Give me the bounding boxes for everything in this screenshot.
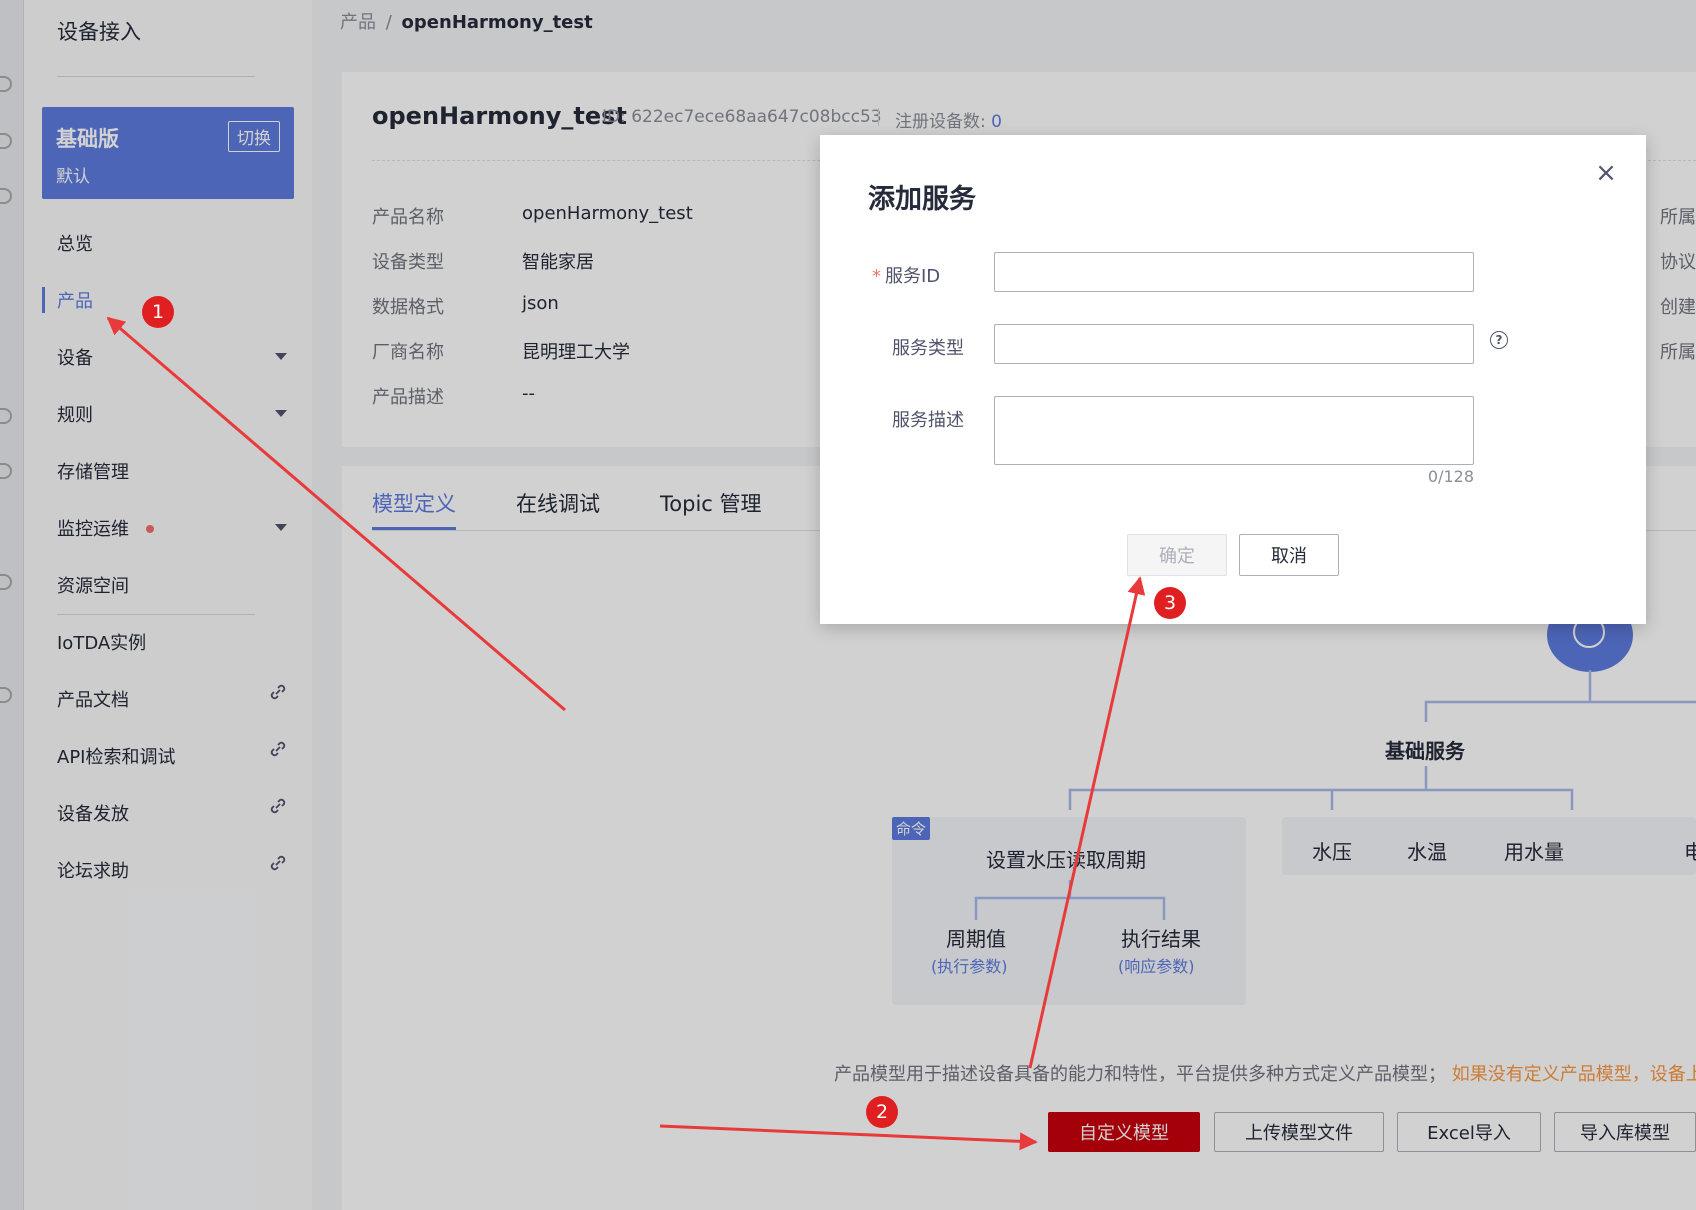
annotation-arrows <box>106 316 1146 1151</box>
annotation-badge-3: 3 <box>1154 587 1186 619</box>
annotation-badge-2: 2 <box>866 1096 898 1128</box>
annotation-badge-1: 1 <box>142 296 174 328</box>
